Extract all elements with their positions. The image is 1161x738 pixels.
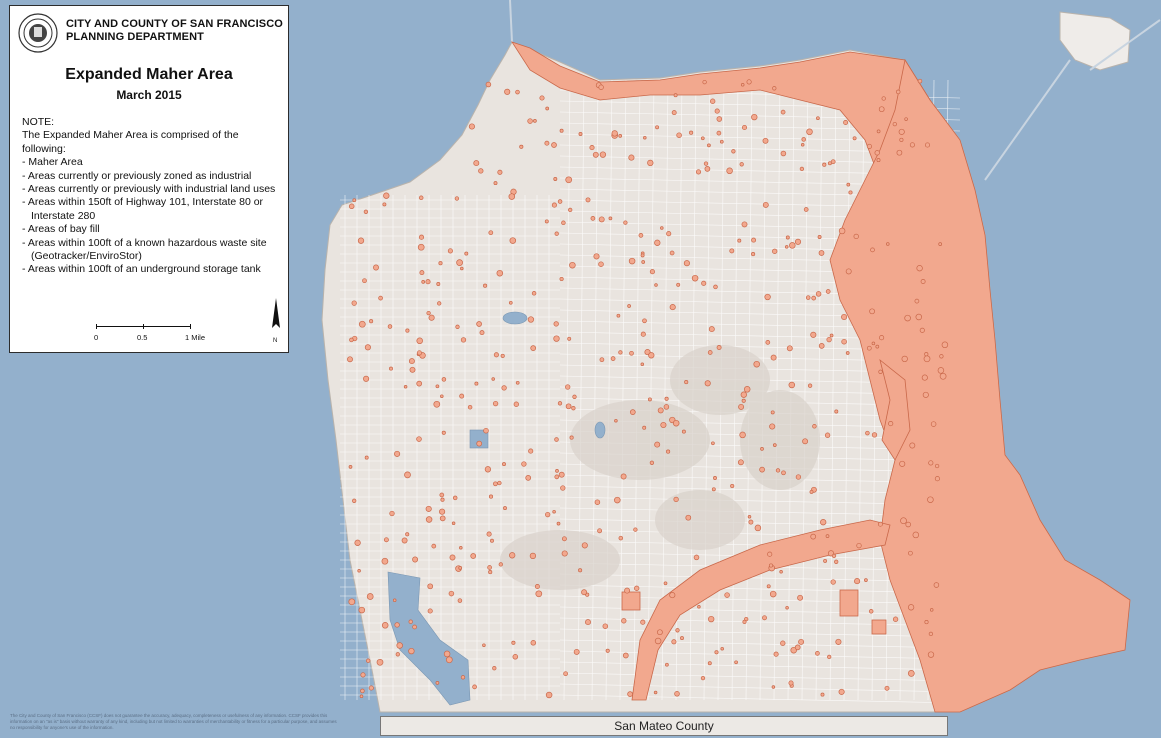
legend-panel: CITY AND COUNTY OF SAN FRANCISCO PLANNIN…	[9, 5, 289, 353]
note-item: Areas currently or previously zoned as i…	[22, 170, 284, 183]
map-date: March 2015	[116, 88, 182, 102]
treasure-island	[1059, 11, 1131, 71]
maher-parcel-2	[839, 589, 859, 617]
note-item: Areas within 100ft of an underground sto…	[22, 263, 284, 276]
note-heading: NOTE:	[22, 116, 55, 128]
scale-bar: 0 0.5 1 Mile	[94, 324, 206, 348]
note-item: Areas within 150ft of Highway 101, Inter…	[22, 196, 284, 223]
map-title: Expanded Maher Area	[65, 66, 233, 83]
scale-label-0: 0	[94, 333, 99, 342]
agency-line-1: CITY AND COUNTY OF SAN FRANCISCO	[66, 18, 283, 30]
agency-name: CITY AND COUNTY OF SAN FRANCISCO PLANNIN…	[66, 18, 283, 44]
scale-tick	[96, 324, 97, 329]
county-label: San Mateo County	[380, 716, 948, 736]
city-seal-icon	[18, 13, 58, 53]
north-arrow: N	[270, 298, 282, 348]
scale-label-half: 0.5	[137, 333, 148, 342]
note-item: Areas of bay fill	[22, 223, 284, 236]
scale-tick	[190, 324, 191, 329]
disclaimer: The City and County of San Francisco (CC…	[10, 713, 337, 730]
pond-2	[594, 421, 606, 439]
stow-lake	[502, 311, 528, 325]
note-item: Areas currently or previously with indus…	[22, 183, 284, 196]
note-block: NOTE: The Expanded Maher Area is compris…	[22, 116, 284, 277]
scale-label-mile: 1 Mile	[185, 333, 206, 342]
maher-parcel-3	[871, 619, 887, 635]
scale-tick	[143, 324, 144, 329]
agency-line-2: PLANNING DEPARTMENT	[66, 31, 204, 43]
bay-bridge	[984, 59, 1071, 181]
north-arrow-icon	[272, 298, 280, 328]
note-intro: The Expanded Maher Area is comprised of …	[22, 129, 239, 155]
north-arrow-label: N	[273, 338, 278, 344]
note-list: Maher Area Areas currently or previously…	[22, 156, 284, 277]
note-item: Areas within 100ft of a known hazardous …	[22, 237, 284, 264]
maher-parcel-1	[621, 591, 641, 611]
golden-gate-bridge	[509, 0, 513, 43]
note-item: Maher Area	[22, 156, 284, 169]
